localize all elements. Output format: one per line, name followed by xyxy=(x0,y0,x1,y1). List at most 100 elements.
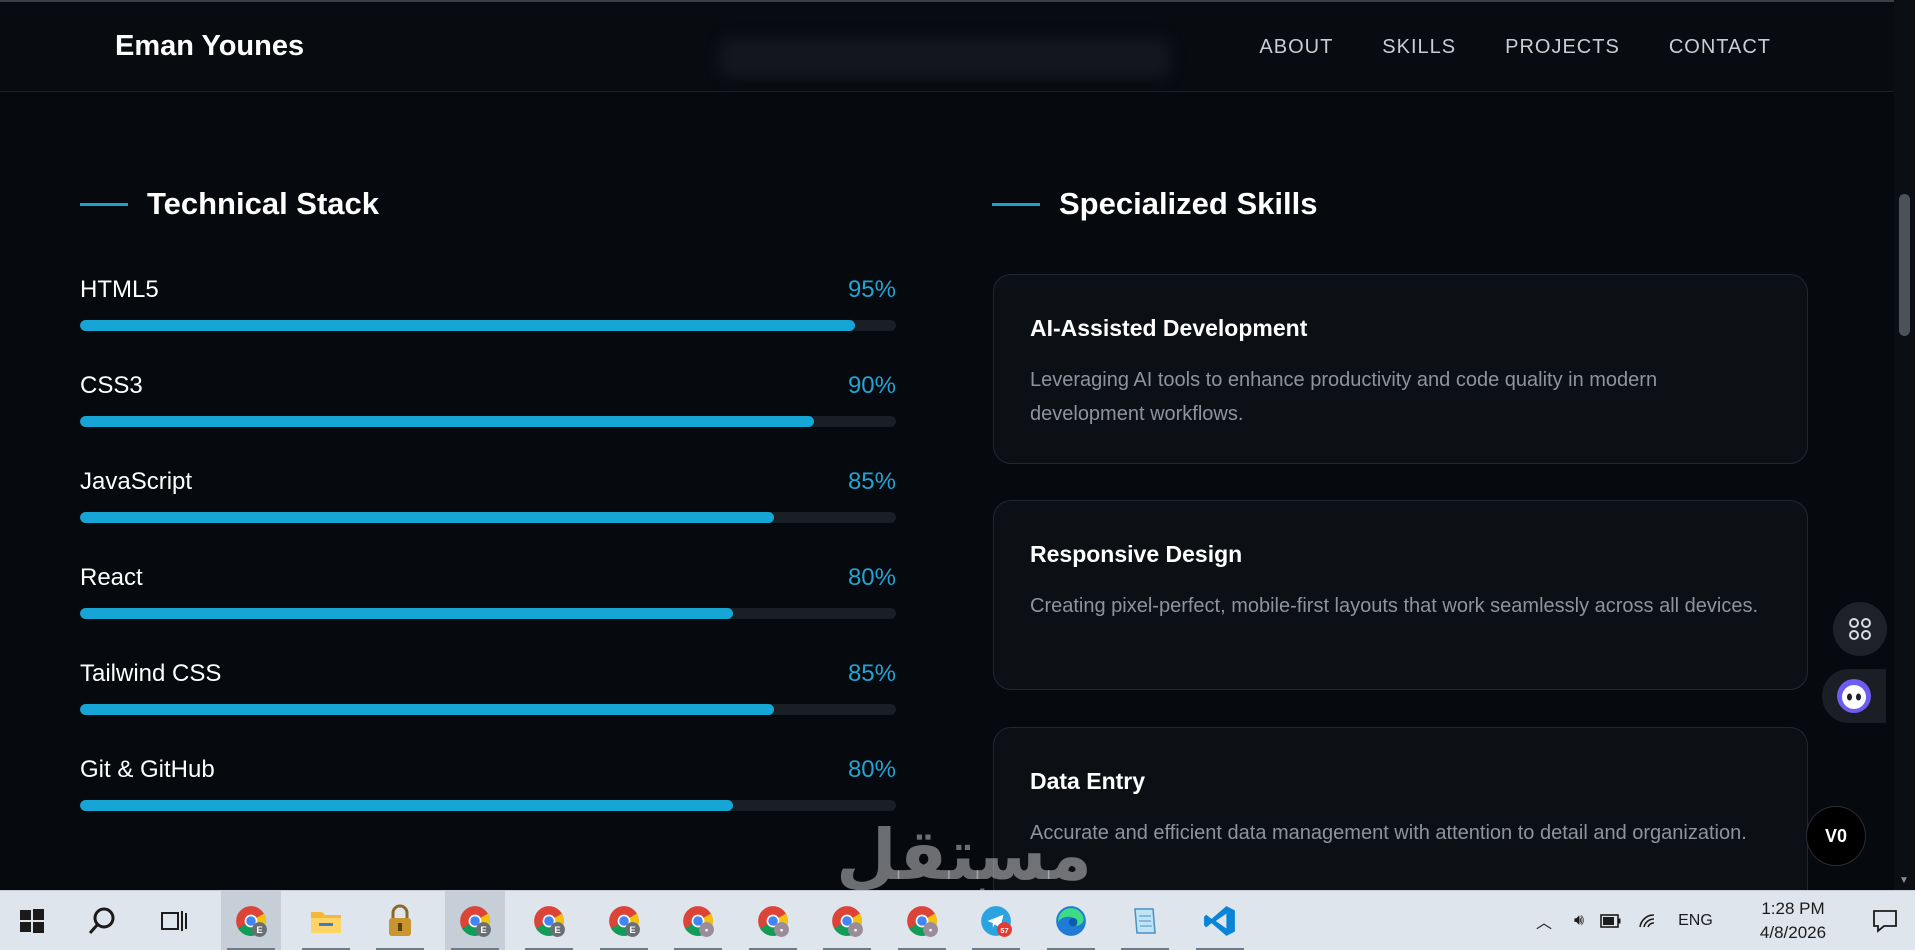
nav-contact[interactable]: CONTACT xyxy=(1669,36,1771,59)
volume-icon[interactable]: 🔊︎ xyxy=(1574,912,1584,930)
chrome-icon: E xyxy=(458,904,492,938)
lock-app-icon xyxy=(386,904,414,938)
brand-name[interactable]: Eman Younes xyxy=(115,30,304,63)
taskbar-app-chrome-5[interactable]: E xyxy=(594,891,654,950)
nav-about[interactable]: ABOUT xyxy=(1259,36,1333,59)
heading-accent-line xyxy=(80,202,128,206)
skill-name: CSS3 xyxy=(80,372,143,399)
skill-percent: 95% xyxy=(847,276,896,303)
svg-text:E: E xyxy=(480,925,486,936)
skill-progress-fill xyxy=(80,608,733,619)
skill-progress-fill xyxy=(80,320,856,331)
skill-row-tailwind: Tailwind CSS 85% xyxy=(80,660,896,730)
skill-progress-fill xyxy=(80,704,774,715)
system-tray: ︿ 🔊︎ ENG xyxy=(1536,891,1713,950)
taskbar-app-chrome-9[interactable]: • xyxy=(892,891,952,950)
skill-card-ai: AI-Assisted Development Leveraging AI to… xyxy=(993,274,1808,464)
skill-progress-track xyxy=(80,704,896,715)
svg-text:57: 57 xyxy=(1000,926,1008,935)
skill-progress-fill xyxy=(80,800,733,811)
technical-stack-title: Technical Stack xyxy=(147,186,380,221)
nav-links: ABOUT SKILLS PROJECTS CONTACT xyxy=(1259,36,1771,59)
v0-button[interactable]: V0 xyxy=(1806,806,1866,866)
skill-card-responsive: Responsive Design Creating pixel-perfect… xyxy=(993,500,1808,690)
taskbar-app-lock-app-2[interactable] xyxy=(370,891,430,950)
chrome-icon: E xyxy=(607,904,641,938)
skill-progress-track xyxy=(80,320,896,331)
chrome-icon: E xyxy=(234,904,268,938)
taskbar-app-chrome-3[interactable]: E xyxy=(444,891,505,950)
v0-label: V0 xyxy=(1824,825,1848,846)
notifications-button[interactable] xyxy=(1855,891,1915,950)
task-view-icon xyxy=(161,911,187,931)
taskbar-app-telegram-10[interactable]: 57 xyxy=(966,891,1026,950)
telegram-icon: 57 xyxy=(979,904,1013,938)
scroll-down-arrow-icon[interactable]: ▼ xyxy=(1899,875,1909,886)
skill-row-html5: HTML5 95% xyxy=(80,276,896,346)
nav-projects[interactable]: PROJECTS xyxy=(1505,36,1620,59)
skill-percent: 80% xyxy=(847,564,896,591)
taskbar-app-edge-11[interactable] xyxy=(1041,891,1101,950)
taskbar-app-chrome-4[interactable]: E xyxy=(519,891,579,950)
card-description: Accurate and efficient data management w… xyxy=(1030,822,1747,844)
technical-stack-heading: Technical Stack xyxy=(80,186,379,222)
assistant-bot-button[interactable] xyxy=(1822,669,1886,723)
skill-progress-track xyxy=(80,416,896,427)
svg-text:E: E xyxy=(554,925,560,936)
card-title: Responsive Design xyxy=(1030,541,1243,567)
skill-progress-track xyxy=(80,800,896,811)
wifi-icon[interactable] xyxy=(1638,912,1660,930)
windows-logo-icon xyxy=(20,909,44,933)
chrome-icon: E xyxy=(532,904,566,938)
skill-progress-fill xyxy=(80,512,774,523)
svg-text:E: E xyxy=(629,925,635,936)
taskbar-app-chrome-7[interactable]: • xyxy=(743,891,803,950)
task-view-button[interactable] xyxy=(144,891,204,950)
clock-time: 1:28 PM xyxy=(1761,899,1825,918)
taskbar-clock[interactable]: 1:28 PM 4/8/2026 xyxy=(1738,897,1848,945)
skill-progress-fill xyxy=(80,416,815,427)
skill-name: HTML5 xyxy=(80,276,159,303)
vscode-icon xyxy=(1203,904,1237,938)
chrome-icon: • xyxy=(681,904,715,938)
taskbar-app-chrome-0[interactable]: E xyxy=(221,891,281,950)
page-scrollbar[interactable]: ▼ xyxy=(1894,0,1915,890)
specialized-skills-heading: Specialized Skills xyxy=(992,186,1317,222)
language-indicator[interactable]: ENG xyxy=(1678,912,1713,930)
command-icon xyxy=(1849,618,1871,640)
chrome-icon: • xyxy=(756,904,790,938)
bot-face-icon xyxy=(1837,679,1871,713)
battery-icon[interactable] xyxy=(1600,914,1622,928)
taskbar-app-chrome-8[interactable]: • xyxy=(817,891,877,950)
chrome-icon: • xyxy=(830,904,864,938)
skill-name: Git & GitHub xyxy=(80,756,215,783)
svg-text:E: E xyxy=(256,925,262,936)
tray-overflow-chevron-icon[interactable]: ︿ xyxy=(1536,909,1552,933)
skill-percent: 90% xyxy=(847,372,896,399)
taskbar-app-notepad-12[interactable] xyxy=(1115,891,1175,950)
notification-icon xyxy=(1873,910,1897,933)
nav-skills[interactable]: SKILLS xyxy=(1382,36,1456,59)
card-title: Data Entry xyxy=(1030,768,1146,794)
skill-row-git: Git & GitHub 80% xyxy=(80,756,896,826)
skill-card-data-entry: Data Entry Accurate and efficient data m… xyxy=(993,727,1808,890)
skill-row-css3: CSS3 90% xyxy=(80,372,896,442)
card-title: AI-Assisted Development xyxy=(1030,315,1308,341)
navbar: Eman Younes ABOUT SKILLS PROJECTS CONTAC… xyxy=(0,2,1894,92)
skill-name: React xyxy=(80,564,143,591)
chrome-icon: • xyxy=(905,904,939,938)
heading-accent-line xyxy=(992,202,1040,206)
blurred-region xyxy=(720,38,1170,78)
shortcut-grid-button[interactable] xyxy=(1833,602,1887,656)
skill-progress-track xyxy=(80,608,896,619)
start-button[interactable] xyxy=(2,891,62,950)
notepad-icon xyxy=(1129,905,1161,937)
scrollbar-thumb[interactable] xyxy=(1899,194,1910,336)
taskbar-app-chrome-6[interactable]: • xyxy=(668,891,728,950)
search-button[interactable] xyxy=(72,891,132,950)
file-explorer-icon xyxy=(309,906,343,936)
taskbar-app-file-explorer-1[interactable] xyxy=(296,891,356,950)
skill-percent: 85% xyxy=(847,468,896,495)
taskbar-app-vscode-13[interactable] xyxy=(1190,891,1250,950)
skill-percent: 80% xyxy=(847,756,896,783)
